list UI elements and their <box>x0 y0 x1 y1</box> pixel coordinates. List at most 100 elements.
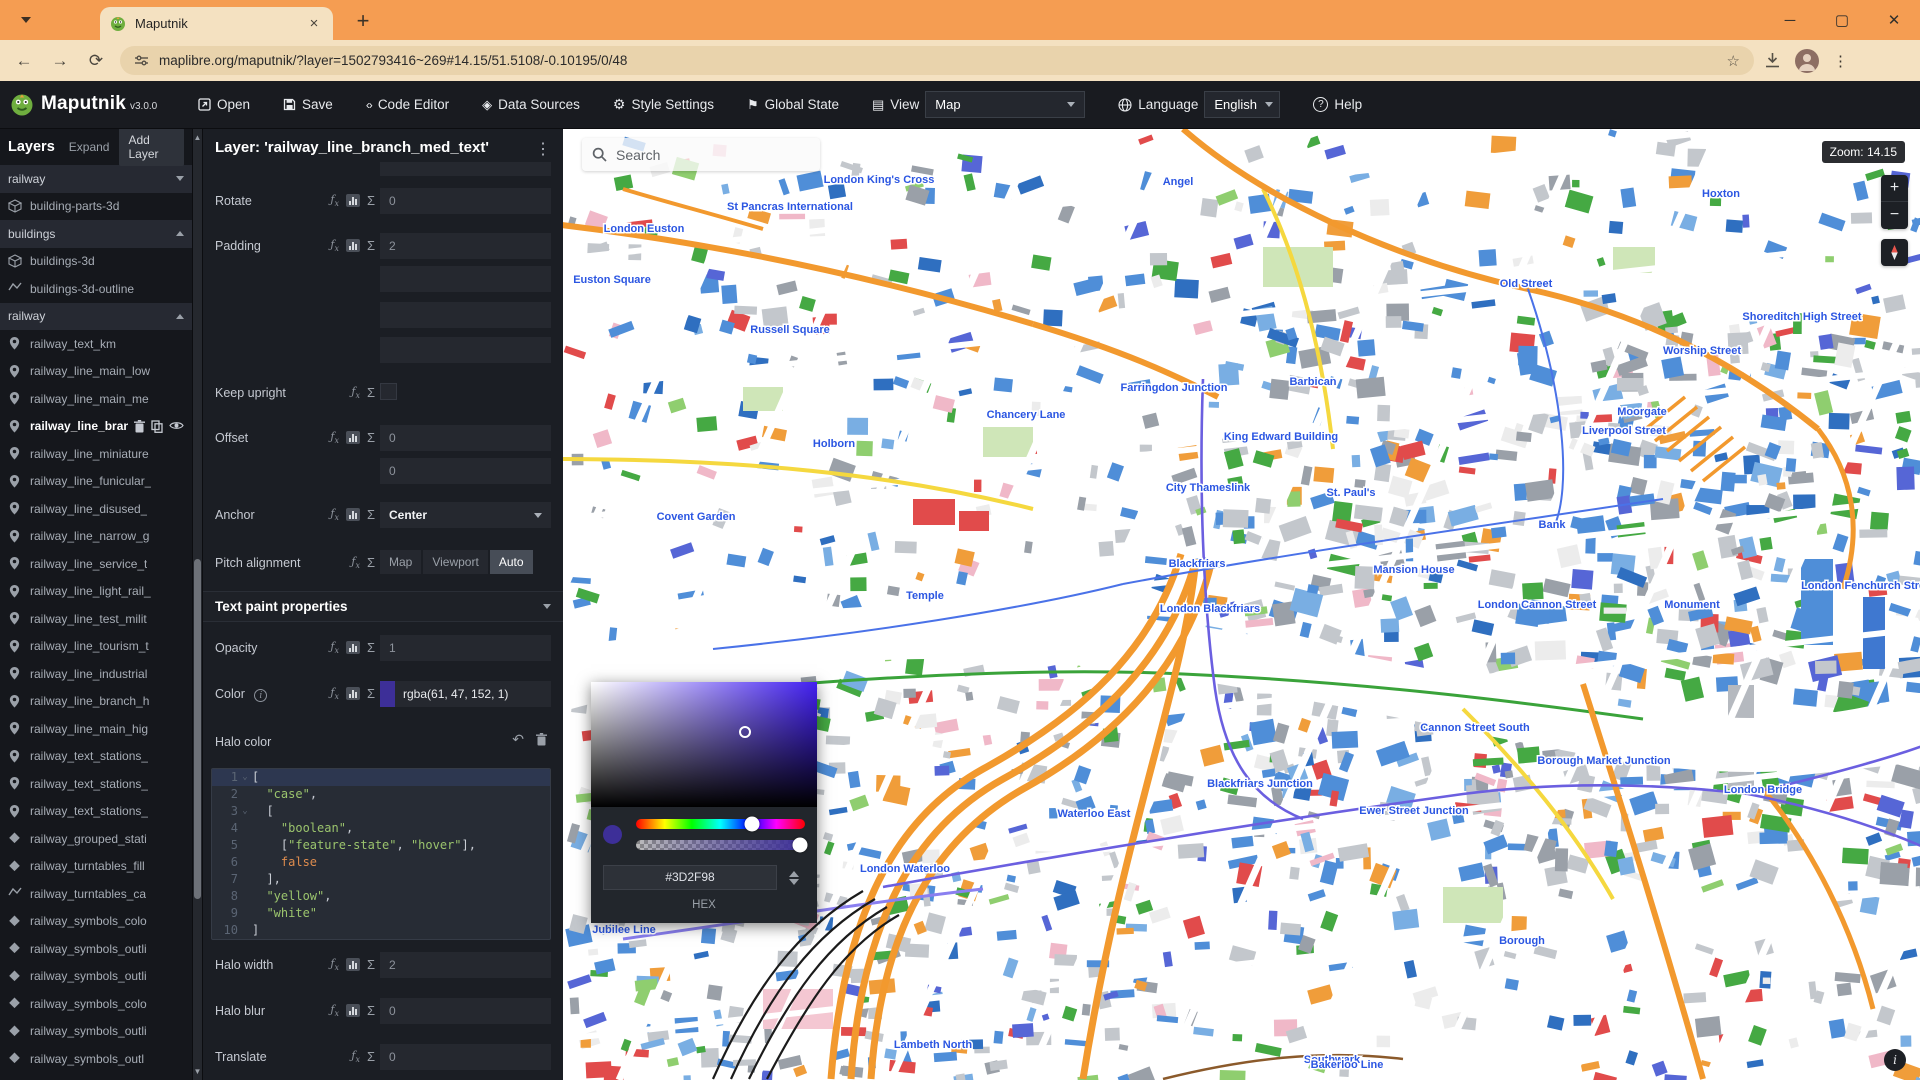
browser-avatar[interactable] <box>1795 49 1819 73</box>
data-function-icon[interactable] <box>346 1004 360 1017</box>
map-search[interactable]: Search <box>582 138 820 171</box>
sidebar-layer-railway_line_test_milit[interactable]: railway_line_test_milit <box>0 605 192 633</box>
sidebar-layer-railway_line_main_me[interactable]: railway_line_main_me <box>0 385 192 413</box>
expand-button[interactable]: Expand <box>69 140 110 154</box>
fx-zoom-function-icon[interactable]: ƒx <box>351 555 360 570</box>
fx-zoom-function-icon[interactable]: ƒx <box>351 1049 360 1064</box>
sidebar-layer-railway_turntables_ca[interactable]: railway_turntables_ca <box>0 880 192 908</box>
hex-spinner[interactable] <box>783 871 805 885</box>
sidebar-layer-railway_symbols_outl[interactable]: railway_symbols_outl <box>0 1045 192 1073</box>
bookmark-star-icon[interactable]: ☆ <box>1727 52 1740 70</box>
input-color[interactable]: rgba(61, 47, 152, 1) <box>380 681 551 707</box>
toolbar-data-sources[interactable]: ◈Data Sources <box>482 97 580 113</box>
tab-search-button[interactable] <box>12 6 40 34</box>
tab-close-icon[interactable]: × <box>305 15 323 33</box>
sidebar-layer-railway_grouped_stati[interactable]: railway_grouped_stati <box>0 825 192 853</box>
forward-button[interactable]: → <box>42 51 78 71</box>
layer-group-buildings[interactable]: buildings <box>0 220 192 248</box>
window-maximize-button[interactable]: ▢ <box>1816 11 1868 29</box>
alpha-handle[interactable] <box>792 838 807 853</box>
data-function-icon[interactable] <box>346 508 360 521</box>
expression-icon[interactable]: Σ <box>367 430 375 445</box>
checkbox-keep[interactable] <box>380 383 397 400</box>
expression-icon[interactable]: Σ <box>367 385 375 400</box>
panel-scrollbar[interactable]: ▲ ▼ <box>192 129 203 1080</box>
toolbar-code-editor[interactable]: ‹›Code Editor <box>366 97 449 112</box>
fx-zoom-function-icon[interactable]: ƒx <box>330 430 339 445</box>
input-padding-2[interactable] <box>380 266 551 292</box>
fx-zoom-function-icon[interactable]: ƒx <box>330 507 339 522</box>
window-minimize-button[interactable]: ─ <box>1764 12 1816 29</box>
input-halo-blur[interactable]: 0 <box>380 998 551 1024</box>
toolbar-global-state[interactable]: ⚑Global State <box>747 97 839 113</box>
toolbar-style-settings[interactable]: ⚙Style Settings <box>613 96 714 113</box>
sidebar-layer-railway_line_funicular_[interactable]: railway_line_funicular_ <box>0 468 192 496</box>
sidebar-layer-railway_turntables_fill[interactable]: railway_turntables_fill <box>0 853 192 881</box>
select-anchor[interactable]: Center <box>380 502 551 528</box>
hex-input[interactable]: #3D2F98 <box>603 865 777 890</box>
hue-handle[interactable] <box>744 817 759 832</box>
data-function-icon[interactable] <box>346 641 360 654</box>
expression-icon[interactable]: Σ <box>367 238 375 253</box>
undo-icon[interactable]: ↶ <box>512 731 524 748</box>
sidebar-layer-railway_symbols_colo[interactable]: railway_symbols_colo <box>0 990 192 1018</box>
zoom-out-button[interactable]: − <box>1881 202 1908 229</box>
layer-menu-icon[interactable]: ⋮ <box>535 139 551 159</box>
fx-zoom-function-icon[interactable]: ƒx <box>330 1003 339 1018</box>
layer-group-railway[interactable]: railway <box>0 303 192 331</box>
input-offset-2[interactable]: 0 <box>380 458 551 484</box>
reload-button[interactable]: ⟳ <box>78 51 114 71</box>
sidebar-layer-railway_line_main_hig[interactable]: railway_line_main_hig <box>0 715 192 743</box>
zoom-in-button[interactable]: + <box>1881 175 1908 202</box>
new-tab-button[interactable]: + <box>348 8 378 34</box>
sidebar-layer-railway_symbols_outli[interactable]: railway_symbols_outli <box>0 963 192 991</box>
expression-icon[interactable]: Σ <box>367 193 375 208</box>
sidebar-layer-railway_line_light_rail_[interactable]: railway_line_light_rail_ <box>0 578 192 606</box>
browser-menu-icon[interactable]: ⋮ <box>1833 52 1848 70</box>
sidebar-layer-railway_line_miniature[interactable]: railway_line_miniature <box>0 440 192 468</box>
input-padding-1[interactable]: 2 <box>380 233 551 259</box>
scrollbar-thumb[interactable] <box>194 559 201 899</box>
sidebar-layer-building-parts-3d[interactable]: building-parts-3d <box>0 193 192 221</box>
visibility-eye-icon[interactable] <box>169 420 184 431</box>
browser-tab[interactable]: Maputnik × <box>100 7 333 40</box>
delete-value-icon[interactable] <box>536 733 547 746</box>
clipped-input[interactable] <box>380 162 551 176</box>
hue-slider[interactable] <box>636 819 805 829</box>
sidebar-layer-railway_text_stations_[interactable]: railway_text_stations_ <box>0 770 192 798</box>
data-function-icon[interactable] <box>346 194 360 207</box>
sidebar-layer-railway_text_stations_[interactable]: railway_text_stations_ <box>0 743 192 771</box>
download-icon[interactable] <box>1764 52 1781 69</box>
fold-chevron-icon[interactable]: ⌄ <box>238 803 252 820</box>
view-select[interactable]: Map <box>925 91 1085 118</box>
data-function-icon[interactable] <box>346 687 360 700</box>
delete-layer-icon[interactable] <box>134 420 145 433</box>
segment-viewport[interactable]: Viewport <box>423 550 487 574</box>
toolbar-open[interactable]: Open <box>198 97 250 112</box>
data-function-icon[interactable] <box>346 958 360 971</box>
sidebar-layer-railway_line_tourism_t[interactable]: railway_line_tourism_t <box>0 633 192 661</box>
fx-zoom-function-icon[interactable]: ƒx <box>351 385 360 400</box>
sidebar-layer-railway_line_main_low[interactable]: railway_line_main_low <box>0 358 192 386</box>
sidebar-layer-railway_line_branch_h[interactable]: railway_line_branch_h <box>0 688 192 716</box>
fx-zoom-function-icon[interactable]: ƒx <box>330 238 339 253</box>
saturation-handle[interactable] <box>739 726 751 738</box>
sidebar-layer-railway_text_stations_[interactable]: railway_text_stations_ <box>0 798 192 826</box>
input-padding-3[interactable] <box>380 302 551 328</box>
fx-zoom-function-icon[interactable]: ƒx <box>330 957 339 972</box>
code-editor-halo-color[interactable]: 1⌄[2 "case",3⌄ [4 "boolean",5 ["feature-… <box>211 768 551 940</box>
scroll-down-icon[interactable]: ▼ <box>193 1067 202 1076</box>
scroll-up-icon[interactable]: ▲ <box>193 133 202 142</box>
saturation-area[interactable] <box>591 682 817 807</box>
input-offset-1[interactable]: 0 <box>380 425 551 451</box>
fold-chevron-icon[interactable]: ⌄ <box>238 769 252 786</box>
sidebar-layer-railway_symbols_colo[interactable]: railway_symbols_colo <box>0 908 192 936</box>
add-layer-button[interactable]: Add Layer <box>119 129 184 166</box>
input-translate[interactable]: 0 <box>380 1044 551 1070</box>
expression-icon[interactable]: Σ <box>367 555 375 570</box>
sidebar-layer-buildings-3d[interactable]: buildings-3d <box>0 248 192 276</box>
expression-icon[interactable]: Σ <box>367 1049 375 1064</box>
input-rotate[interactable]: 0 <box>380 188 551 214</box>
compass-button[interactable] <box>1881 239 1908 266</box>
fx-zoom-function-icon[interactable]: ƒx <box>330 640 339 655</box>
